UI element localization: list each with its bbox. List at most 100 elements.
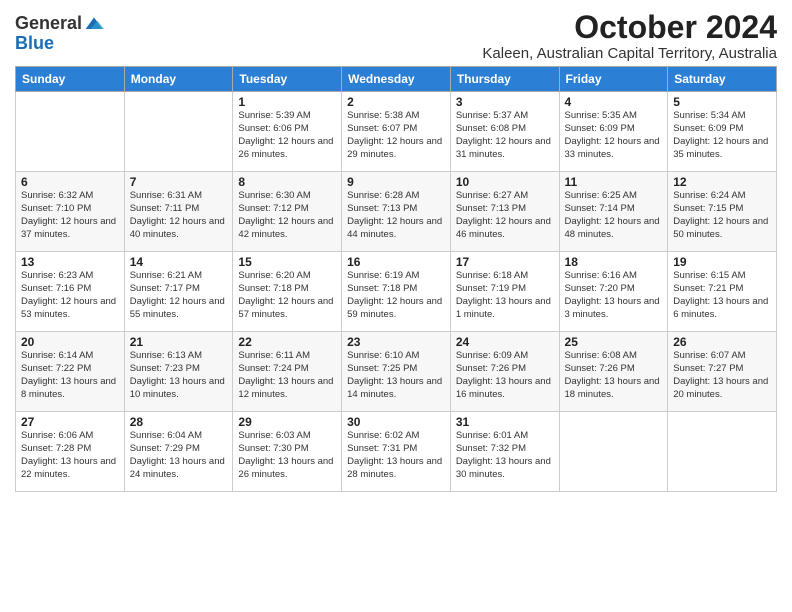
day-detail: Sunrise: 5:37 AM Sunset: 6:08 PM Dayligh…	[456, 110, 554, 161]
day-number: 28	[130, 415, 228, 429]
day-detail: Sunrise: 6:02 AM Sunset: 7:31 PM Dayligh…	[347, 430, 445, 481]
day-detail: Sunrise: 6:19 AM Sunset: 7:18 PM Dayligh…	[347, 270, 445, 321]
day-detail: Sunrise: 6:03 AM Sunset: 7:30 PM Dayligh…	[238, 430, 336, 481]
day-detail: Sunrise: 6:20 AM Sunset: 7:18 PM Dayligh…	[238, 270, 336, 321]
day-number: 11	[565, 175, 663, 189]
day-detail: Sunrise: 6:27 AM Sunset: 7:13 PM Dayligh…	[456, 190, 554, 241]
day-detail: Sunrise: 5:38 AM Sunset: 6:07 PM Dayligh…	[347, 110, 445, 161]
day-number: 20	[21, 335, 119, 349]
day-detail: Sunrise: 6:04 AM Sunset: 7:29 PM Dayligh…	[130, 430, 228, 481]
day-detail: Sunrise: 6:18 AM Sunset: 7:19 PM Dayligh…	[456, 270, 554, 321]
calendar-week-row: 6Sunrise: 6:32 AM Sunset: 7:10 PM Daylig…	[16, 172, 777, 252]
table-row: 11Sunrise: 6:25 AM Sunset: 7:14 PM Dayli…	[559, 172, 668, 252]
day-detail: Sunrise: 5:35 AM Sunset: 6:09 PM Dayligh…	[565, 110, 663, 161]
day-detail: Sunrise: 5:39 AM Sunset: 6:06 PM Dayligh…	[238, 110, 336, 161]
table-row: 28Sunrise: 6:04 AM Sunset: 7:29 PM Dayli…	[124, 412, 233, 492]
day-detail: Sunrise: 6:16 AM Sunset: 7:20 PM Dayligh…	[565, 270, 663, 321]
logo-blue: Blue	[15, 34, 104, 54]
table-row: 9Sunrise: 6:28 AM Sunset: 7:13 PM Daylig…	[342, 172, 451, 252]
logo: General Blue	[15, 14, 104, 54]
table-row: 24Sunrise: 6:09 AM Sunset: 7:26 PM Dayli…	[450, 332, 559, 412]
day-detail: Sunrise: 6:13 AM Sunset: 7:23 PM Dayligh…	[130, 350, 228, 401]
day-number: 6	[21, 175, 119, 189]
table-row: 31Sunrise: 6:01 AM Sunset: 7:32 PM Dayli…	[450, 412, 559, 492]
day-number: 8	[238, 175, 336, 189]
day-number: 30	[347, 415, 445, 429]
day-number: 9	[347, 175, 445, 189]
table-row	[559, 412, 668, 492]
day-detail: Sunrise: 6:23 AM Sunset: 7:16 PM Dayligh…	[21, 270, 119, 321]
calendar-header-row: Sunday Monday Tuesday Wednesday Thursday…	[16, 67, 777, 92]
table-row: 18Sunrise: 6:16 AM Sunset: 7:20 PM Dayli…	[559, 252, 668, 332]
day-detail: Sunrise: 6:28 AM Sunset: 7:13 PM Dayligh…	[347, 190, 445, 241]
day-detail: Sunrise: 6:32 AM Sunset: 7:10 PM Dayligh…	[21, 190, 119, 241]
day-number: 29	[238, 415, 336, 429]
day-number: 2	[347, 95, 445, 109]
day-detail: Sunrise: 6:30 AM Sunset: 7:12 PM Dayligh…	[238, 190, 336, 241]
day-number: 16	[347, 255, 445, 269]
day-number: 22	[238, 335, 336, 349]
table-row: 26Sunrise: 6:07 AM Sunset: 7:27 PM Dayli…	[668, 332, 777, 412]
col-wednesday: Wednesday	[342, 67, 451, 92]
day-detail: Sunrise: 6:11 AM Sunset: 7:24 PM Dayligh…	[238, 350, 336, 401]
day-detail: Sunrise: 6:07 AM Sunset: 7:27 PM Dayligh…	[673, 350, 771, 401]
day-detail: Sunrise: 6:25 AM Sunset: 7:14 PM Dayligh…	[565, 190, 663, 241]
table-row: 29Sunrise: 6:03 AM Sunset: 7:30 PM Dayli…	[233, 412, 342, 492]
calendar: Sunday Monday Tuesday Wednesday Thursday…	[15, 66, 777, 492]
day-number: 26	[673, 335, 771, 349]
col-friday: Friday	[559, 67, 668, 92]
day-number: 17	[456, 255, 554, 269]
day-detail: Sunrise: 6:10 AM Sunset: 7:25 PM Dayligh…	[347, 350, 445, 401]
day-detail: Sunrise: 5:34 AM Sunset: 6:09 PM Dayligh…	[673, 110, 771, 161]
col-saturday: Saturday	[668, 67, 777, 92]
table-row: 20Sunrise: 6:14 AM Sunset: 7:22 PM Dayli…	[16, 332, 125, 412]
day-number: 24	[456, 335, 554, 349]
title-block: October 2024 Kaleen, Australian Capital …	[482, 10, 777, 62]
day-number: 21	[130, 335, 228, 349]
col-sunday: Sunday	[16, 67, 125, 92]
table-row: 27Sunrise: 6:06 AM Sunset: 7:28 PM Dayli…	[16, 412, 125, 492]
day-number: 1	[238, 95, 336, 109]
page-subtitle: Kaleen, Australian Capital Territory, Au…	[482, 45, 777, 62]
page: General Blue October 2024 Kaleen, Austra…	[0, 0, 792, 612]
calendar-week-row: 27Sunrise: 6:06 AM Sunset: 7:28 PM Dayli…	[16, 412, 777, 492]
day-detail: Sunrise: 6:08 AM Sunset: 7:26 PM Dayligh…	[565, 350, 663, 401]
table-row: 2Sunrise: 5:38 AM Sunset: 6:07 PM Daylig…	[342, 92, 451, 172]
logo-general: General	[15, 14, 82, 34]
col-monday: Monday	[124, 67, 233, 92]
table-row: 6Sunrise: 6:32 AM Sunset: 7:10 PM Daylig…	[16, 172, 125, 252]
day-number: 5	[673, 95, 771, 109]
day-detail: Sunrise: 6:01 AM Sunset: 7:32 PM Dayligh…	[456, 430, 554, 481]
calendar-week-row: 20Sunrise: 6:14 AM Sunset: 7:22 PM Dayli…	[16, 332, 777, 412]
table-row: 4Sunrise: 5:35 AM Sunset: 6:09 PM Daylig…	[559, 92, 668, 172]
table-row: 1Sunrise: 5:39 AM Sunset: 6:06 PM Daylig…	[233, 92, 342, 172]
day-detail: Sunrise: 6:09 AM Sunset: 7:26 PM Dayligh…	[456, 350, 554, 401]
table-row: 5Sunrise: 5:34 AM Sunset: 6:09 PM Daylig…	[668, 92, 777, 172]
table-row: 25Sunrise: 6:08 AM Sunset: 7:26 PM Dayli…	[559, 332, 668, 412]
day-number: 4	[565, 95, 663, 109]
table-row: 7Sunrise: 6:31 AM Sunset: 7:11 PM Daylig…	[124, 172, 233, 252]
table-row: 22Sunrise: 6:11 AM Sunset: 7:24 PM Dayli…	[233, 332, 342, 412]
table-row: 19Sunrise: 6:15 AM Sunset: 7:21 PM Dayli…	[668, 252, 777, 332]
day-number: 7	[130, 175, 228, 189]
calendar-week-row: 1Sunrise: 5:39 AM Sunset: 6:06 PM Daylig…	[16, 92, 777, 172]
day-detail: Sunrise: 6:31 AM Sunset: 7:11 PM Dayligh…	[130, 190, 228, 241]
logo-icon	[84, 14, 104, 34]
day-number: 25	[565, 335, 663, 349]
table-row: 30Sunrise: 6:02 AM Sunset: 7:31 PM Dayli…	[342, 412, 451, 492]
day-number: 31	[456, 415, 554, 429]
table-row: 14Sunrise: 6:21 AM Sunset: 7:17 PM Dayli…	[124, 252, 233, 332]
day-detail: Sunrise: 6:24 AM Sunset: 7:15 PM Dayligh…	[673, 190, 771, 241]
day-detail: Sunrise: 6:06 AM Sunset: 7:28 PM Dayligh…	[21, 430, 119, 481]
page-title: October 2024	[482, 10, 777, 45]
col-thursday: Thursday	[450, 67, 559, 92]
day-number: 18	[565, 255, 663, 269]
table-row: 13Sunrise: 6:23 AM Sunset: 7:16 PM Dayli…	[16, 252, 125, 332]
table-row	[668, 412, 777, 492]
table-row: 10Sunrise: 6:27 AM Sunset: 7:13 PM Dayli…	[450, 172, 559, 252]
day-number: 15	[238, 255, 336, 269]
table-row	[124, 92, 233, 172]
day-number: 27	[21, 415, 119, 429]
table-row: 8Sunrise: 6:30 AM Sunset: 7:12 PM Daylig…	[233, 172, 342, 252]
table-row: 17Sunrise: 6:18 AM Sunset: 7:19 PM Dayli…	[450, 252, 559, 332]
